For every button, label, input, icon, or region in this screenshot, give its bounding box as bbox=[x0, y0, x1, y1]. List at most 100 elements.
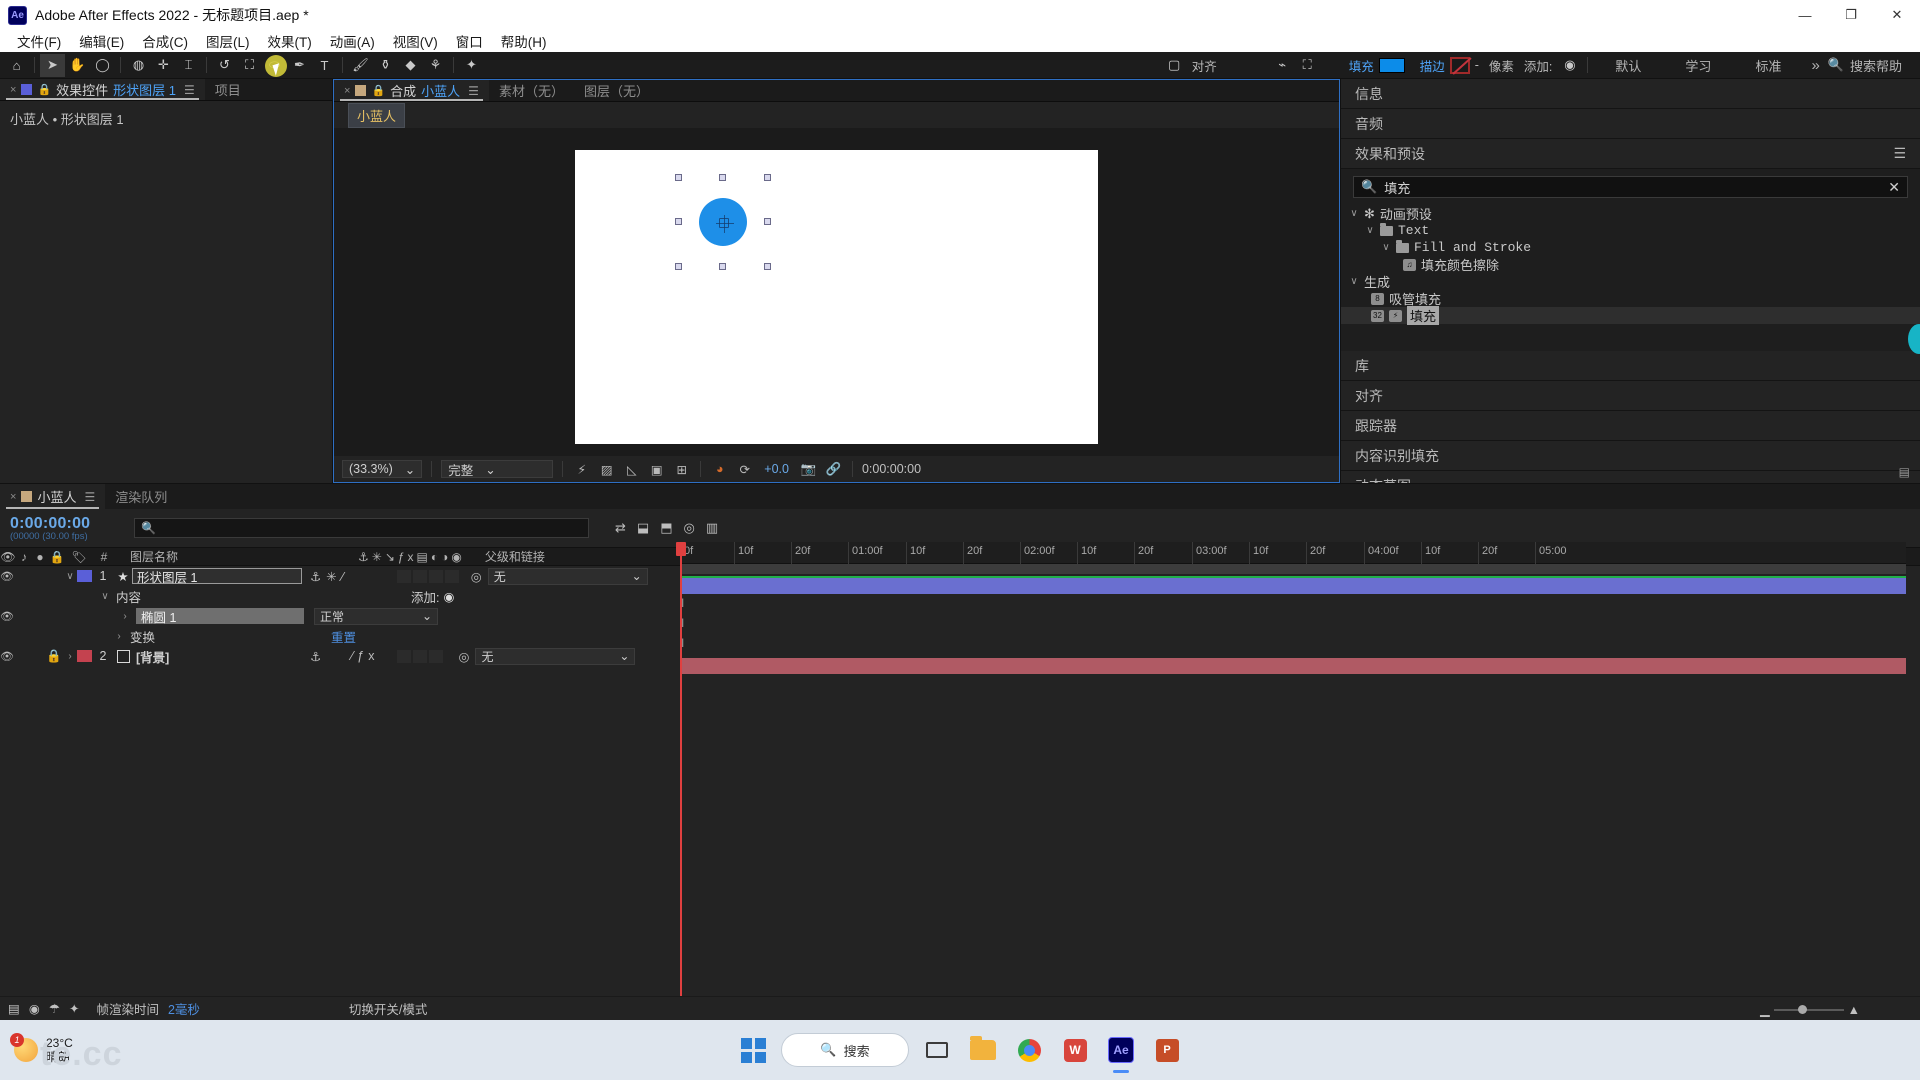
close-icon[interactable]: × bbox=[10, 84, 16, 96]
twirl-icon[interactable]: ∨ bbox=[63, 571, 77, 582]
track-row-layer2[interactable] bbox=[680, 656, 1906, 676]
stroke-color-swatch[interactable] bbox=[1449, 56, 1470, 74]
panel-align[interactable]: 对齐 bbox=[1341, 381, 1920, 411]
property-row-ellipse[interactable]: 👁 › 椭圆 1 正常 ⌄ bbox=[0, 606, 680, 626]
label-color-swatch[interactable] bbox=[77, 570, 92, 582]
composition-mini-flowchart-icon[interactable]: ⇄ bbox=[615, 520, 626, 536]
mask-feather-tool[interactable]: ⌁ bbox=[1270, 54, 1295, 77]
handle-bottom-right[interactable] bbox=[764, 263, 771, 270]
property-row-contents[interactable]: ∨ 内容 添加: ◉ bbox=[0, 586, 680, 606]
hamburger-icon[interactable]: ☰ bbox=[1893, 145, 1906, 162]
type-tool[interactable]: T bbox=[312, 54, 337, 77]
menu-window[interactable]: 窗口 bbox=[447, 29, 492, 53]
lock-icon[interactable]: 🔒 bbox=[45, 649, 63, 664]
exposure-value[interactable]: +0.0 bbox=[760, 460, 793, 478]
workspace-overflow-chevron[interactable]: » bbox=[1803, 57, 1827, 74]
handle-top-center[interactable] bbox=[719, 174, 726, 181]
panel-menu-icon[interactable]: ☰ bbox=[84, 490, 95, 504]
table-row[interactable]: 👁 ∨ 1 ★ 形状图层 1 ⚓✳⁄ ◎ 无 ⌄ bbox=[0, 566, 680, 586]
track-row-layer1[interactable] bbox=[680, 576, 1906, 596]
chrome-icon[interactable] bbox=[1011, 1032, 1047, 1068]
comp-name-chip[interactable]: 小蓝人 bbox=[348, 102, 406, 128]
lock-icon[interactable]: 🔒 bbox=[371, 84, 385, 97]
fill-color-swatch[interactable] bbox=[1378, 57, 1405, 73]
panel-menu-icon[interactable]: ☰ bbox=[468, 84, 479, 98]
face-track-icon[interactable]: ⛶ bbox=[1295, 54, 1320, 77]
tree-item-eyedropper-fill[interactable]: 8 吸管填充 bbox=[1341, 290, 1920, 307]
clear-icon[interactable]: ✕ bbox=[1888, 179, 1900, 196]
snapshot-camera-icon[interactable]: 📷 bbox=[799, 460, 818, 478]
tab-composition[interactable]: × 🔒 合成 小蓝人 ☰ bbox=[334, 80, 489, 101]
parent-pick-whip-icon[interactable]: ◎ bbox=[459, 649, 470, 664]
twirl-icon[interactable]: › bbox=[120, 611, 130, 622]
puppet-tool[interactable]: ⚘ bbox=[423, 54, 448, 77]
layer-duration-bar[interactable] bbox=[680, 658, 1906, 674]
panel-libraries[interactable]: 库 bbox=[1341, 351, 1920, 381]
frame-blend-icon[interactable]: ◉ bbox=[29, 1001, 40, 1016]
parent-select[interactable]: 无 ⌄ bbox=[475, 647, 636, 665]
add-play-icon[interactable]: ◉ bbox=[1557, 54, 1582, 77]
align-box-icon[interactable]: ▢ bbox=[1162, 54, 1187, 77]
twirl-icon[interactable]: ∨ bbox=[1349, 276, 1359, 287]
menu-file[interactable]: 文件(F) bbox=[8, 29, 70, 53]
handle-top-left[interactable] bbox=[675, 174, 682, 181]
proportional-grid-icon[interactable]: ⊞ bbox=[672, 460, 691, 478]
brainstorm-icon[interactable]: ✦ bbox=[69, 1001, 79, 1016]
search-help-box[interactable]: 🔍 搜索帮助 bbox=[1828, 56, 1916, 75]
panel-audio[interactable]: 音频 bbox=[1341, 109, 1920, 139]
tab-effect-controls[interactable]: × 🔒 效果控件 形状图层 1 ☰ bbox=[0, 79, 205, 100]
video-toggle-icon[interactable]: 👁 bbox=[0, 610, 14, 623]
new-folder-icon[interactable]: ▤ bbox=[1899, 465, 1910, 479]
clone-stamp-tool[interactable]: ⚱ bbox=[373, 54, 398, 77]
rotation-tool[interactable]: ↺ bbox=[212, 54, 237, 77]
blend-mode-select[interactable]: 正常 ⌄ bbox=[314, 607, 438, 625]
workspace-default[interactable]: 默认 bbox=[1593, 52, 1663, 79]
tab-footage[interactable]: 素材（无） bbox=[489, 80, 574, 101]
menu-layer[interactable]: 图层(L) bbox=[197, 29, 259, 53]
tree-item-fill-and-stroke[interactable]: ∨ Fill and Stroke bbox=[1341, 239, 1920, 256]
zoom-in-icon[interactable]: ▲ bbox=[1848, 1003, 1860, 1017]
panel-content-aware-fill[interactable]: 内容识别填充 bbox=[1341, 441, 1920, 471]
twirl-icon[interactable]: ∨ bbox=[1365, 225, 1375, 236]
cti-head[interactable] bbox=[676, 542, 686, 556]
twirl-icon[interactable]: ∨ bbox=[100, 591, 110, 602]
powerpoint-icon[interactable]: P bbox=[1149, 1032, 1185, 1068]
task-view-icon[interactable] bbox=[919, 1032, 955, 1068]
stroke-label[interactable]: 描边 bbox=[1415, 56, 1450, 75]
tree-item-fill[interactable]: 32 ⚡ 填充 bbox=[1341, 306, 1920, 325]
add-property-icon[interactable]: ◉ bbox=[444, 589, 455, 604]
camera-tool[interactable]: ⌶ bbox=[176, 54, 201, 77]
tab-layer[interactable]: 图层（无） bbox=[574, 80, 659, 101]
render-time-icon[interactable]: ▤ bbox=[8, 1001, 20, 1016]
handle-top-right[interactable] bbox=[764, 174, 771, 181]
region-of-interest-icon[interactable]: ▣ bbox=[647, 460, 666, 478]
layer-switches[interactable]: ⚓ bbox=[310, 649, 327, 664]
toggle-switches-modes[interactable]: 切换开关/模式 bbox=[349, 999, 427, 1018]
menu-composition[interactable]: 合成(C) bbox=[133, 29, 197, 53]
tree-item-animation-presets[interactable]: ∨ ✻ 动画预设 bbox=[1341, 205, 1920, 223]
table-row[interactable]: 👁 🔒 › 2 [背景] ⚓ ⁄ƒx ◎ 无 ⌄ bbox=[0, 646, 680, 666]
tree-item-fill-color-wipe[interactable]: ♫ 填充颜色擦除 bbox=[1341, 256, 1920, 273]
tab-timeline-comp[interactable]: × 小蓝人 ☰ bbox=[0, 484, 106, 509]
roto-brush-tool[interactable]: ⛶ bbox=[237, 54, 262, 77]
menu-effect[interactable]: 效果(T) bbox=[259, 29, 321, 53]
composition-canvas[interactable] bbox=[575, 150, 1098, 444]
selection-tool[interactable]: ➤ bbox=[40, 53, 65, 77]
label-color-swatch[interactable] bbox=[77, 650, 92, 662]
maximize-button[interactable]: ❐ bbox=[1828, 0, 1874, 30]
effects-search-input[interactable]: 🔍 填充 ✕ bbox=[1353, 176, 1908, 198]
menu-edit[interactable]: 编辑(E) bbox=[70, 29, 133, 53]
brush-tool[interactable]: 🖌 bbox=[348, 54, 373, 77]
hide-shy-layers-icon[interactable]: ⬒ bbox=[660, 520, 672, 536]
transparency-grid-icon[interactable]: ▨ bbox=[597, 460, 616, 478]
refresh-icon[interactable]: ⟳ bbox=[735, 460, 754, 478]
current-timecode[interactable]: 0:00:00:00 bbox=[862, 462, 921, 476]
pen-tool[interactable]: ✒ bbox=[287, 54, 312, 77]
add-property-label[interactable]: 添加: bbox=[411, 587, 439, 606]
work-area-bar[interactable] bbox=[680, 564, 1906, 574]
timeline-search-input[interactable]: 🔍 bbox=[134, 518, 589, 538]
handle-middle-left[interactable] bbox=[675, 218, 682, 225]
add-label[interactable]: 添加: bbox=[1519, 56, 1557, 75]
hand-tool[interactable]: ✋ bbox=[65, 54, 90, 77]
tree-item-text[interactable]: ∨ Text bbox=[1341, 222, 1920, 239]
